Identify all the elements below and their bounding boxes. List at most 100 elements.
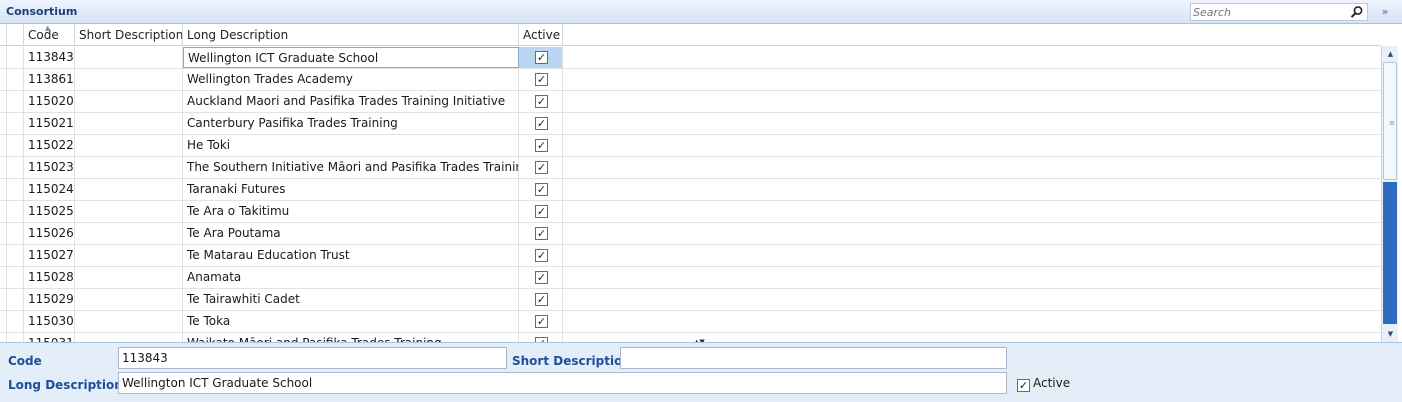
cell-short[interactable] [75, 311, 183, 332]
cell-active[interactable]: ✓ [519, 267, 563, 288]
checkbox-checked-icon[interactable]: ✓ [535, 161, 548, 174]
cell-active[interactable]: ✓ [519, 69, 563, 90]
table-row[interactable]: 113861 Wellington Trades Academy ✓ [0, 69, 1381, 91]
cell-short[interactable] [75, 267, 183, 288]
table-row[interactable]: 115027 Te Matarau Education Trust ✓ [0, 245, 1381, 267]
cell-short[interactable] [75, 69, 183, 90]
cell-long[interactable]: Taranaki Futures [183, 179, 519, 200]
cell-short[interactable] [75, 135, 183, 156]
checkbox-checked-icon[interactable]: ✓ [535, 271, 548, 284]
cell-short[interactable] [75, 201, 183, 222]
checkbox-checked-icon[interactable]: ✓ [1017, 379, 1030, 392]
checkbox-checked-icon[interactable]: ✓ [535, 183, 548, 196]
cell-long[interactable]: Te Ara o Takitimu [183, 201, 519, 222]
table-row[interactable]: 115023 The Southern Initiative Māori and … [0, 157, 1381, 179]
code-field[interactable] [118, 347, 507, 369]
cell-long[interactable]: Auckland Maori and Pasifika Trades Train… [183, 91, 519, 112]
table-row[interactable]: 115021 Canterbury Pasifika Trades Trainin… [0, 113, 1381, 135]
cell-long[interactable]: Wellington ICT Graduate School [183, 47, 519, 68]
cell-short[interactable] [75, 333, 183, 342]
table-row[interactable]: 115029 Te Tairawhiti Cadet ✓ [0, 289, 1381, 311]
cell-long[interactable]: The Southern Initiative Māori and Pasifi… [183, 157, 519, 178]
scroll-up-icon[interactable]: ▲ [1382, 46, 1399, 62]
cell-active[interactable]: ✓ [519, 333, 563, 342]
cell-active[interactable]: ✓ [519, 91, 563, 112]
cell-active[interactable]: ✓ [519, 223, 563, 244]
cell-long[interactable]: Te Matarau Education Trust [183, 245, 519, 266]
table-row[interactable]: 115030 Te Toka ✓ [0, 311, 1381, 333]
cell-active[interactable]: ✓ [519, 201, 563, 222]
double-chevron-down-icon[interactable]: » [1378, 5, 1392, 19]
cell-code[interactable]: 115024 [24, 179, 75, 200]
cell-long[interactable]: Te Ara Poutama [183, 223, 519, 244]
checkbox-checked-icon[interactable]: ✓ [535, 139, 548, 152]
cell-long[interactable]: He Toki [183, 135, 519, 156]
cell-short[interactable] [75, 223, 183, 244]
cell-long[interactable]: Waikato Māori and Pasifika Trades Traini… [183, 333, 519, 342]
cell-short[interactable] [75, 47, 183, 68]
cell-short[interactable] [75, 91, 183, 112]
cell-short[interactable] [75, 113, 183, 134]
short-description-field[interactable] [620, 347, 1007, 369]
checkbox-checked-icon[interactable]: ✓ [535, 51, 548, 64]
cell-code[interactable]: 115029 [24, 289, 75, 310]
checkbox-checked-icon[interactable]: ✓ [535, 73, 548, 86]
cell-short[interactable] [75, 157, 183, 178]
table-row[interactable]: 115026 Te Ara Poutama ✓ [0, 223, 1381, 245]
table-row[interactable]: 113843 Wellington ICT Graduate School ✓ [0, 47, 1381, 69]
vertical-scrollbar[interactable]: ▲ ≡ ▼ [1381, 46, 1398, 342]
cell-active[interactable]: ✓ [519, 135, 563, 156]
scroll-thumb[interactable]: ≡ [1383, 62, 1397, 180]
cell-code[interactable]: 115031 [24, 333, 75, 342]
cell-code[interactable]: 115030 [24, 311, 75, 332]
checkbox-checked-icon[interactable]: ✓ [535, 227, 548, 240]
search-input[interactable] [1193, 5, 1343, 19]
active-checkbox[interactable]: ✓ Active [1017, 376, 1070, 392]
search-box[interactable] [1190, 3, 1368, 21]
cell-short[interactable] [75, 245, 183, 266]
scroll-track[interactable] [1383, 182, 1397, 324]
long-description-field[interactable] [118, 372, 1007, 394]
cell-code[interactable]: 115022 [24, 135, 75, 156]
scroll-down-icon[interactable]: ▼ [1382, 326, 1399, 342]
cell-code[interactable]: 113861 [24, 69, 75, 90]
cell-active[interactable]: ✓ [519, 113, 563, 134]
checkbox-checked-icon[interactable]: ✓ [535, 95, 548, 108]
checkbox-checked-icon[interactable]: ✓ [535, 315, 548, 328]
cell-long[interactable]: Canterbury Pasifika Trades Training [183, 113, 519, 134]
column-header-long[interactable]: Long Description [183, 24, 519, 46]
checkbox-checked-icon[interactable]: ✓ [535, 249, 548, 262]
cell-active[interactable]: ✓ [519, 245, 563, 266]
table-row[interactable]: 115022 He Toki ✓ [0, 135, 1381, 157]
cell-long[interactable]: Te Toka [183, 311, 519, 332]
table-row[interactable]: 115028 Anamata ✓ [0, 267, 1381, 289]
cell-code[interactable]: 115027 [24, 245, 75, 266]
cell-long[interactable]: Anamata [183, 267, 519, 288]
cell-long[interactable]: Wellington Trades Academy [183, 69, 519, 90]
checkbox-checked-icon[interactable]: ✓ [535, 117, 548, 130]
cell-active[interactable]: ✓ [519, 179, 563, 200]
table-row[interactable]: 115020 Auckland Maori and Pasifika Trades… [0, 91, 1381, 113]
cell-code[interactable]: 113843 [24, 47, 75, 68]
cell-code[interactable]: 115025 [24, 201, 75, 222]
cell-active[interactable]: ✓ [519, 47, 563, 68]
checkbox-checked-icon[interactable]: ✓ [535, 293, 548, 306]
cell-active[interactable]: ✓ [519, 289, 563, 310]
cell-active[interactable]: ✓ [519, 311, 563, 332]
column-header-active[interactable]: Active [519, 24, 563, 46]
cell-code[interactable]: 115028 [24, 267, 75, 288]
cell-active[interactable]: ✓ [519, 157, 563, 178]
cell-code[interactable]: 115023 [24, 157, 75, 178]
checkbox-checked-icon[interactable]: ✓ [535, 205, 548, 218]
cell-short[interactable] [75, 179, 183, 200]
column-header-short[interactable]: Short Description [75, 24, 183, 46]
table-row[interactable]: 115024 Taranaki Futures ✓ [0, 179, 1381, 201]
cell-code[interactable]: 115021 [24, 113, 75, 134]
cell-code[interactable]: 115020 [24, 91, 75, 112]
cell-long[interactable]: Te Tairawhiti Cadet [183, 289, 519, 310]
table-row[interactable]: 115025 Te Ara o Takitimu ✓ [0, 201, 1381, 223]
cell-code[interactable]: 115026 [24, 223, 75, 244]
search-icon[interactable] [1350, 5, 1364, 19]
table-row[interactable]: 115031 Waikato Māori and Pasifika Trades … [0, 333, 1381, 342]
cell-short[interactable] [75, 289, 183, 310]
